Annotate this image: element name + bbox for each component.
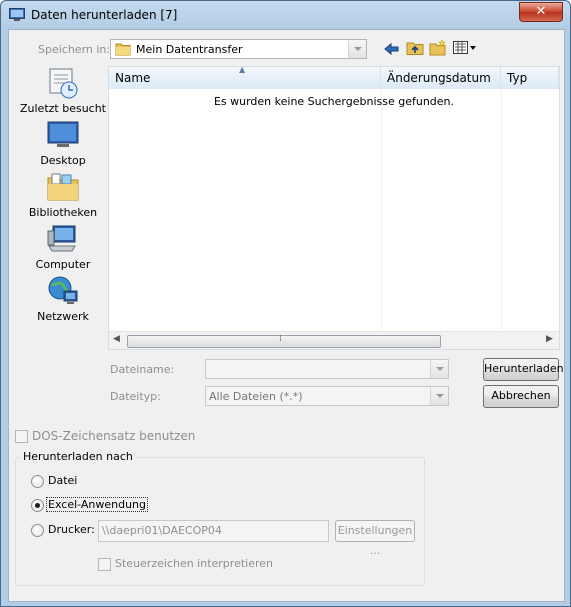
place-computer-label: Computer [35,258,91,271]
place-libraries-label: Bibliotheken [28,206,98,219]
radio-file-label: Datei [48,474,78,487]
control-chars-checkbox[interactable] [98,558,111,571]
radio-excel-label: Excel-Anwendung [46,497,149,512]
computer-icon [47,225,76,252]
app-icon [9,8,25,21]
filetype-combo[interactable]: Alle Dateien (*.*) [205,386,449,406]
place-desktop[interactable]: Desktop [19,118,107,167]
close-button[interactable]: ✕ [519,2,563,22]
download-to-title: Herunterladen nach [20,450,136,463]
folder-icon [115,43,131,56]
radio-excel[interactable] [31,499,44,512]
network-icon [48,276,78,304]
filetype-value: Alle Dateien (*.*) [209,390,303,403]
title-bar[interactable]: Daten herunterladen [7] ✕ [1,1,570,29]
settings-button[interactable]: Einstellungen ... [335,520,415,557]
control-chars-label: Steuerzeichen interpretieren [115,557,273,570]
place-libraries[interactable]: Bibliotheken [19,170,107,219]
chevron-down-icon[interactable] [430,387,448,405]
save-in-label: Speichern in: [38,43,111,56]
radio-printer-label: Drucker: [48,523,95,536]
column-date-label: Änderungsdatum [387,71,491,85]
place-network-label: Netzwerk [37,310,89,323]
up-folder-icon[interactable] [406,40,424,56]
dos-charset-label: DOS-Zeichensatz benutzen [32,429,196,443]
view-menu-icon[interactable] [453,41,477,55]
file-list[interactable]: Name ▲ Änderungsdatum Typ Es wurden kein… [108,65,560,350]
place-recent-label: Zuletzt besucht [19,102,106,115]
column-type-label: Typ [507,71,528,85]
place-network[interactable]: Netzwerk [19,274,107,323]
place-computer[interactable]: Computer [19,222,107,271]
libraries-icon [47,173,79,201]
radio-printer[interactable] [31,524,44,537]
new-folder-icon[interactable] [429,39,447,56]
place-recent[interactable]: Zuletzt besucht [19,66,107,115]
dialog-window: Daten herunterladen [7] ✕ Speichern in: … [0,0,571,607]
empty-message: Es wurden keine Suchergebnisse gefunden. [213,95,455,108]
download-button[interactable]: Herunterladen [483,358,564,381]
column-header-name[interactable]: Name ▲ [109,65,381,89]
scroll-thumb[interactable]: ⁞ [127,334,441,348]
dos-charset-checkbox[interactable] [15,430,28,443]
back-icon[interactable] [384,42,400,56]
column-divider [381,89,382,329]
column-divider [501,89,502,329]
printer-path-field[interactable]: \\daepri01\DAECOP04 [98,520,329,542]
save-in-combo[interactable]: Mein Datentransfer [110,39,367,59]
window-title: Daten herunterladen [7] [31,8,178,22]
horizontal-scrollbar[interactable]: ◀ ⁞ ▶ [109,331,559,349]
desktop-icon [47,121,79,147]
place-desktop-label: Desktop [40,154,86,167]
save-in-value: Mein Datentransfer [136,43,243,56]
cancel-button[interactable]: Abbrechen [483,385,559,408]
grip-icon: ⁞ [279,334,282,344]
radio-file[interactable] [31,475,44,488]
column-name-label: Name [115,71,151,85]
filetype-label: Dateityp: [110,390,161,403]
sort-arrow-icon: ▲ [239,65,246,74]
column-header-date[interactable]: Änderungsdatum [381,67,501,89]
recent-places-icon [49,68,78,99]
close-icon: ✕ [535,4,547,19]
dialog-body: Speichern in: Mein Datentransfer Zuletzt… [8,29,565,602]
chevron-down-icon[interactable] [348,40,366,58]
chevron-down-icon[interactable] [430,360,448,378]
column-header-type[interactable]: Typ [501,67,559,89]
scroll-right-icon[interactable]: ▶ [546,334,553,344]
scroll-left-icon[interactable]: ◀ [113,334,120,344]
filename-combo[interactable] [205,359,449,379]
filename-label: Dateiname: [110,363,175,376]
